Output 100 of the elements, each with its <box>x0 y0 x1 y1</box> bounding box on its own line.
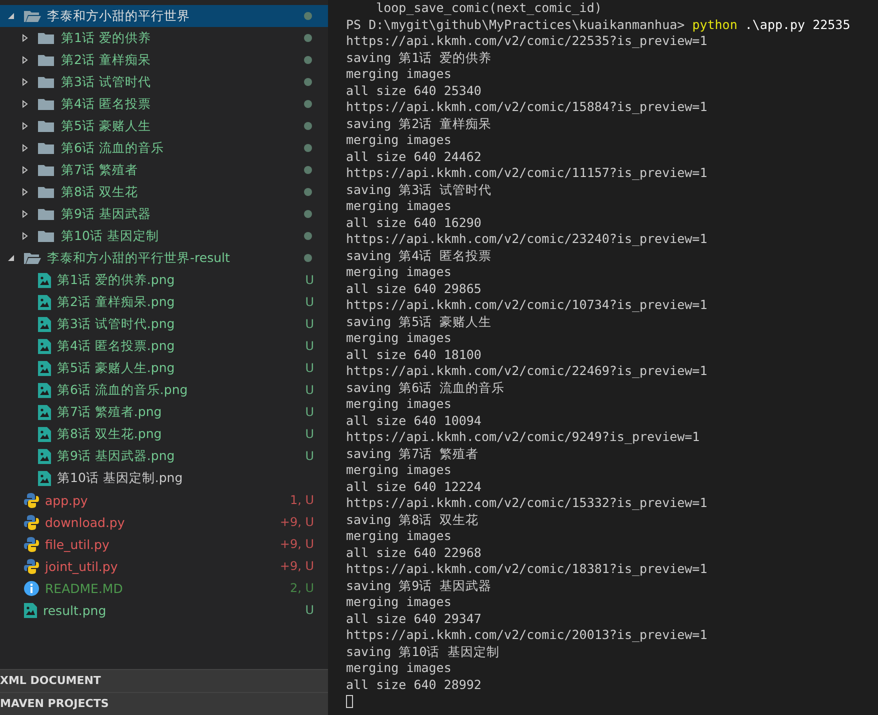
git-status: U <box>305 361 314 375</box>
tree-item[interactable]: 第3话 试管时代.png U <box>0 313 328 335</box>
terminal-line: all size 640 29347 <box>346 610 482 627</box>
file-name: 第3话 试管时代.png <box>57 316 176 332</box>
tree-item[interactable]: 李泰和方小甜的平行世界 <box>0 5 328 27</box>
info-icon <box>24 580 39 596</box>
tree-item[interactable]: 第9话 基因武器.png U <box>0 445 328 467</box>
folder-icon <box>38 98 55 110</box>
tree-item[interactable]: result.png U <box>0 599 328 621</box>
terminal-line: saving 第2话 童样痴呆 <box>346 116 493 132</box>
git-status: U <box>305 273 314 287</box>
folder-icon <box>38 230 55 242</box>
terminal-line: saving 第6话 流血的音乐 <box>346 380 506 396</box>
tree-item[interactable]: 第2话 童样痴呆.png U <box>0 291 328 313</box>
tree-item[interactable]: 第2话 童样痴呆 <box>0 49 328 71</box>
image-file-icon <box>38 272 51 288</box>
tree-item[interactable]: 第7话 繁殖者.png U <box>0 401 328 423</box>
terminal-line: merging images <box>346 66 452 82</box>
command-args: .\app.py 22535 <box>744 16 850 32</box>
file-name: app.py <box>45 492 89 508</box>
file-name: download.py <box>45 514 126 530</box>
terminal-line: loop_save_comic(next_comic_id) <box>375 0 603 16</box>
file-name: 第7话 繁殖者.png <box>57 404 163 420</box>
file-name: 第5话 豪赌人生.png <box>57 360 176 376</box>
git-status: 1, U <box>290 493 314 507</box>
terminal-line: all size 640 18100 <box>346 346 482 363</box>
tree-item[interactable]: joint_util.py +9, U <box>0 555 328 577</box>
folder-icon <box>38 208 55 220</box>
terminal-line: all size 640 10094 <box>346 412 482 429</box>
file-name: 第8话 双生花.png <box>57 426 163 442</box>
file-name: 李泰和方小甜的平行世界-result <box>47 250 231 266</box>
file-name: 第6话 流血的音乐 <box>61 140 165 156</box>
terminal-line: merging images <box>346 594 452 610</box>
folder-icon <box>38 120 55 132</box>
folder-icon <box>38 76 55 88</box>
image-file-icon <box>38 338 51 354</box>
tree-item[interactable]: 第5话 豪赌人生.png U <box>0 357 328 379</box>
tree-item[interactable]: README.MD 2, U <box>0 577 328 599</box>
tree-item[interactable]: 第10话 基因定制 <box>0 225 328 247</box>
tree-item[interactable]: 第6话 流血的音乐 <box>0 137 328 159</box>
image-file-icon <box>38 470 51 486</box>
python-icon <box>24 492 39 508</box>
terminal-line: saving 第7话 繁殖者 <box>346 446 480 462</box>
tree-item[interactable]: 第5话 豪赌人生 <box>0 115 328 137</box>
section-header[interactable]: MAVEN PROJECTS <box>0 692 328 715</box>
terminal-line: https://api.kkmh.com/v2/comic/18381?is_preview=1 <box>346 561 708 578</box>
file-name: 第9话 基因武器 <box>61 206 152 222</box>
tree-item[interactable]: 第6话 流血的音乐.png U <box>0 379 328 401</box>
git-status: U <box>305 383 314 397</box>
tree-item[interactable]: 第8话 双生花.png U <box>0 423 328 445</box>
tree-item[interactable]: file_util.py +9, U <box>0 533 328 555</box>
prompt-text: PS D:\mygit\github\MyPractices\kuaikanmanhua> <box>346 16 686 32</box>
file-name: 李泰和方小甜的平行世界 <box>47 8 191 24</box>
git-status: U <box>305 339 314 353</box>
folder-icon <box>38 142 55 154</box>
file-name: 第8话 双生花 <box>61 184 139 200</box>
tree-item[interactable]: 第4话 匿名投票 <box>0 93 328 115</box>
file-name: result.png <box>43 602 108 618</box>
tree-item[interactable]: 第1话 爱的供养.png U <box>0 269 328 291</box>
file-name: 第2话 童样痴呆.png <box>57 294 176 310</box>
terminal-line: merging images <box>346 198 452 214</box>
terminal-line: https://api.kkmh.com/v2/comic/11157?is_preview=1 <box>346 165 708 182</box>
terminal-line: saving 第10话 基因定制 <box>346 644 500 660</box>
tree-item[interactable]: 第9话 基因武器 <box>0 203 328 225</box>
tree-item[interactable]: 第7话 繁殖者 <box>0 159 328 181</box>
terminal-line: https://api.kkmh.com/v2/comic/20013?is_preview=1 <box>346 627 708 644</box>
git-status: U <box>305 405 314 419</box>
terminal-line: merging images <box>346 132 452 148</box>
file-name: 第5话 豪赌人生 <box>61 118 152 134</box>
file-name: 第2话 童样痴呆 <box>61 52 152 68</box>
file-name: 第10话 基因定制.png <box>57 470 184 486</box>
git-status: U <box>305 427 314 441</box>
section-header[interactable]: XML DOCUMENT <box>0 669 328 692</box>
terminal-line: https://api.kkmh.com/v2/comic/15332?is_preview=1 <box>346 495 708 512</box>
file-name: 第1话 爱的供养 <box>61 30 152 46</box>
tree-item[interactable]: 第8话 双生花 <box>0 181 328 203</box>
terminal-line: https://api.kkmh.com/v2/comic/9249?is_preview=1 <box>346 429 701 446</box>
tree-item[interactable]: 第4话 匿名投票.png U <box>0 335 328 357</box>
terminal-line: all size 640 29865 <box>346 280 482 297</box>
file-name: 第4话 匿名投票 <box>61 96 152 112</box>
git-status: U <box>305 295 314 309</box>
image-file-icon <box>38 316 51 332</box>
tree-item[interactable]: app.py 1, U <box>0 489 328 511</box>
terminal-line: all size 640 22968 <box>346 544 482 561</box>
tree-item[interactable]: 第10话 基因定制.png <box>0 467 328 489</box>
folder-icon <box>24 10 41 22</box>
python-icon <box>24 558 39 574</box>
folder-icon <box>38 186 55 198</box>
tree-item[interactable]: download.py +9, U <box>0 511 328 533</box>
git-status: U <box>305 603 314 617</box>
file-name: 第10话 基因定制 <box>61 228 160 244</box>
cursor-icon <box>346 695 353 708</box>
tree-item[interactable]: 第1话 爱的供养 <box>0 27 328 49</box>
git-status: +9, U <box>280 515 314 529</box>
terminal-line: all size 640 12224 <box>346 478 482 495</box>
tree-item[interactable]: 李泰和方小甜的平行世界-result <box>0 247 328 269</box>
tree-item[interactable]: 第3话 试管时代 <box>0 71 328 93</box>
image-file-icon <box>38 426 51 442</box>
terminal-line: https://api.kkmh.com/v2/comic/22535?is_preview=1 <box>346 33 708 50</box>
image-file-icon <box>38 382 51 398</box>
